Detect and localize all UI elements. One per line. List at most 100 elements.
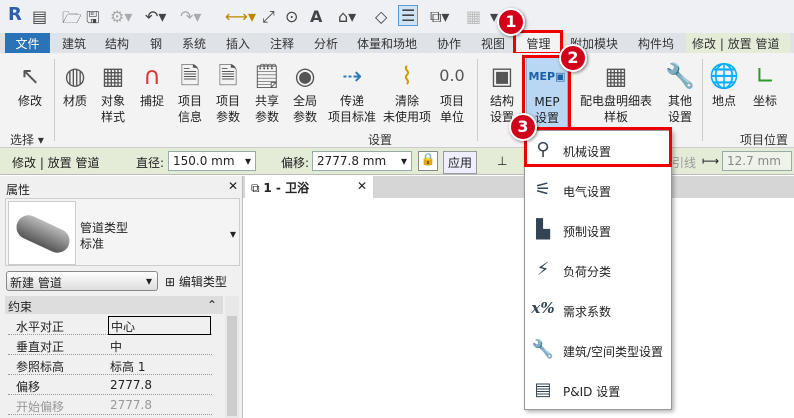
transfer-project-standards-button[interactable]: ⇢ 传递 项目标准 xyxy=(322,59,382,125)
close-hidden-icon[interactable]: ▦ xyxy=(466,7,481,26)
project-parameters-button[interactable]: 🗎 项目 参数 xyxy=(208,59,248,125)
snaps-button[interactable]: ∩ 捕捉 xyxy=(132,59,172,109)
project-units-button[interactable]: 0.0 项目 单位 xyxy=(432,59,472,125)
tab-annotate[interactable]: 注释 xyxy=(270,35,294,52)
cursor-icon: ↖ xyxy=(19,62,41,90)
section-icon[interactable]: ◇ xyxy=(375,7,387,26)
tab-steel[interactable]: 钢 xyxy=(150,35,162,52)
undo-icon[interactable]: ↶▾ xyxy=(145,7,166,26)
apply-button[interactable]: 应用 xyxy=(443,151,478,174)
save-icon[interactable]: 🖫 xyxy=(86,7,100,34)
label: 项目标准 xyxy=(327,110,376,124)
menu-label: 负荷分类 xyxy=(563,265,612,279)
label: 配电盘明细表 xyxy=(579,94,652,108)
options-bar: 修改 | 放置 管道 直径: 150.0 mm ▾ 偏移: 2777.8 mm ▾ … xyxy=(0,148,794,175)
property-value[interactable]: 中 xyxy=(110,338,122,355)
dimension-icon[interactable]: ⤢ xyxy=(262,7,275,27)
tab-modify-place-pipe[interactable]: 修改 | 放置 管道 xyxy=(686,33,790,53)
label: 参数 xyxy=(254,110,279,124)
panel-label-select[interactable]: 选择 ▾ xyxy=(10,131,44,148)
menu-item-electrical-settings[interactable]: ⚟ 电气设置 xyxy=(525,173,671,209)
tab-file[interactable]: 文件 xyxy=(5,33,50,53)
global-parameters-button[interactable]: ◉ 全局 参数 xyxy=(285,59,325,125)
globe-icon: ◉ xyxy=(294,62,316,90)
3d-view-icon[interactable]: ⌂▾ xyxy=(338,7,356,26)
tab-view[interactable]: 视图 xyxy=(481,35,505,52)
tab-analyze[interactable]: 分析 xyxy=(314,35,338,52)
section-header-constraints[interactable]: 约束 ⌃ xyxy=(5,296,223,314)
object-styles-button[interactable]: ▦ 对象 样式 xyxy=(93,59,133,125)
close-icon[interactable]: ✕ xyxy=(228,179,238,193)
tab-structure[interactable]: 结构 xyxy=(105,35,129,52)
label: 参数 xyxy=(292,110,317,124)
tab-collaborate[interactable]: 协作 xyxy=(437,35,461,52)
justification-icon[interactable]: ⊥ xyxy=(497,154,507,168)
modify-button[interactable]: ↖ 修改 xyxy=(10,59,50,109)
panel-schedule-templates-button[interactable]: ▦ 配电盘明细表 样板 xyxy=(574,59,658,125)
menu-item-pid-settings[interactable]: ▤ P&ID 设置 xyxy=(525,373,671,409)
view-tab[interactable]: ⧉ 1 - 卫浴 ✕ xyxy=(245,176,373,198)
instance-filter-select[interactable]: 新建 管道 ▾ xyxy=(6,271,158,291)
property-value[interactable]: 标高 1 xyxy=(110,358,145,375)
width-input[interactable]: 12.7 mm xyxy=(722,151,792,171)
thin-lines-icon[interactable]: ☰ xyxy=(398,5,419,26)
chevron-down-icon: ▾ xyxy=(145,274,152,288)
open-icon[interactable]: 🗁 xyxy=(62,7,82,34)
home-icon[interactable]: ▤ xyxy=(32,7,47,26)
menu-item-demand-factors[interactable]: x% 需求系数 xyxy=(525,293,671,329)
tab-architecture[interactable]: 建筑 xyxy=(62,35,86,52)
text-icon[interactable]: A xyxy=(310,7,322,26)
tab-component-dock[interactable]: 构件坞 xyxy=(638,35,674,52)
tab-massing-site[interactable]: 体量和场地 xyxy=(357,35,417,52)
ribbon-panel: ↖ 修改 ◍ 材质 ▦ 对象 样式 ∩ 捕捉 🗎 项目 信息 🗎 项目 参数 🗒 共享 参数 ◉ 全局参… xyxy=(0,53,794,148)
property-value[interactable]: 中心 xyxy=(108,316,211,335)
switch-windows-icon[interactable]: ⧉▾ xyxy=(430,7,449,27)
tag-icon[interactable]: ⊙ xyxy=(285,7,298,26)
purge-unused-button[interactable]: ⌇ 清除 未使用项 xyxy=(382,59,432,125)
tab-systems[interactable]: 系统 xyxy=(182,35,206,52)
property-row[interactable]: 开始偏移 2777.8 xyxy=(8,396,212,415)
coordinates-button[interactable]: ∟ 坐标 xyxy=(745,59,785,109)
menu-item-building-space-type-settings[interactable]: 🔧 建筑/空间类型设置 xyxy=(525,333,671,369)
measure-icon[interactable]: ⟷▾ xyxy=(225,7,256,26)
sync-icon[interactable]: ⚙▾ xyxy=(110,7,132,26)
globe-pin-icon: 🌐 xyxy=(709,62,739,90)
annotation-box-mechanical xyxy=(524,127,672,167)
close-icon[interactable]: ✕ xyxy=(357,179,367,193)
diameter-value: 150.0 mm xyxy=(173,154,235,168)
label: 传递 xyxy=(339,94,364,108)
property-value[interactable]: 2777.8 xyxy=(110,378,152,392)
label: 未使用项 xyxy=(382,110,431,124)
project-info-button[interactable]: 🗎 项目 信息 xyxy=(170,59,210,125)
fabrication-settings-icon: ▙ xyxy=(536,219,550,240)
menu-item-fabrication-settings[interactable]: ▙ 预制设置 xyxy=(525,213,671,249)
tab-insert[interactable]: 插入 xyxy=(226,35,250,52)
menu-label: 预制设置 xyxy=(563,225,612,239)
edit-type-button[interactable]: ⊞ 编辑类型 xyxy=(165,273,227,290)
property-row[interactable]: 偏移 2777.8 xyxy=(8,376,212,395)
shared-parameters-button[interactable]: 🗒 共享 参数 xyxy=(247,59,287,125)
type-name: 标准 xyxy=(80,237,105,251)
materials-button[interactable]: ◍ 材质 xyxy=(55,59,95,109)
type-selector[interactable]: 管道类型 标准 ▾ xyxy=(5,198,240,266)
property-row[interactable]: 参照标高 标高 1 xyxy=(8,356,212,375)
location-button[interactable]: 🌐 地点 xyxy=(704,59,744,109)
additional-settings-button[interactable]: 🔧 其他 设置 xyxy=(660,59,700,125)
redo-icon[interactable]: ↷▾ xyxy=(180,7,201,26)
scrollbar-thumb[interactable] xyxy=(227,316,237,416)
lock-icon[interactable]: 🔒 xyxy=(418,151,438,171)
scrollbar[interactable] xyxy=(225,296,239,418)
property-row[interactable]: 水平对正 中心 xyxy=(8,316,212,335)
offset-select[interactable]: 2777.8 mm ▾ xyxy=(312,151,412,171)
pid-settings-icon: ▤ xyxy=(534,379,552,400)
property-name: 开始偏移 xyxy=(16,400,65,414)
electrical-settings-icon: ⚟ xyxy=(534,179,552,200)
step-badge-3: 3 xyxy=(509,113,537,141)
diameter-select[interactable]: 150.0 mm ▾ xyxy=(168,151,256,171)
property-row[interactable]: 垂直对正 中 xyxy=(8,336,212,355)
object-styles-icon: ▦ xyxy=(101,62,125,90)
broom-icon: ⌇ xyxy=(401,62,413,90)
menu-item-load-classifications[interactable]: ⚡ 负荷分类 xyxy=(525,253,671,289)
revit-logo[interactable]: R xyxy=(8,4,22,25)
label: 材质 xyxy=(62,94,87,108)
